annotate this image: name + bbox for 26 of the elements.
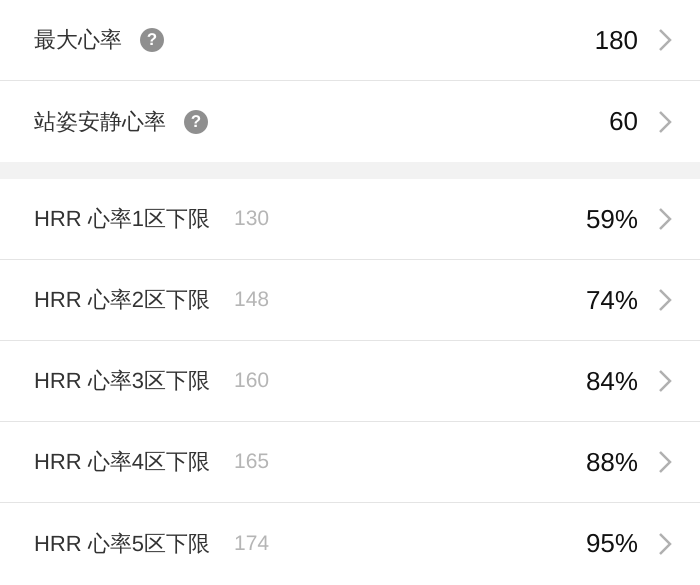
setting-value[interactable]: 60 <box>609 106 638 137</box>
chevron-right-icon[interactable] <box>658 110 672 134</box>
setting-label: HRR 心率2区下限 <box>34 286 210 314</box>
chevron-right-icon[interactable] <box>658 207 672 231</box>
setting-value[interactable]: 95% <box>586 528 638 559</box>
setting-value[interactable]: 88% <box>586 446 638 478</box>
setting-label: 最大心率 <box>34 26 122 54</box>
bpm-hint: 165 <box>234 450 270 474</box>
setting-label: HRR 心率3区下限 <box>34 367 210 395</box>
setting-value[interactable]: 180 <box>594 24 638 56</box>
setting-label: 站姿安静心率 <box>34 108 166 136</box>
setting-value[interactable]: 59% <box>586 204 638 234</box>
setting-value[interactable]: 84% <box>586 366 638 396</box>
chevron-right-icon[interactable] <box>658 450 672 474</box>
bpm-hint: 148 <box>234 288 270 312</box>
bpm-hint: 130 <box>234 207 270 231</box>
chevron-right-icon[interactable] <box>658 288 672 312</box>
bpm-hint: 160 <box>234 369 270 393</box>
setting-label: HRR 心率5区下限 <box>34 530 210 558</box>
setting-value[interactable]: 74% <box>586 284 638 316</box>
bpm-hint: 174 <box>234 532 270 556</box>
chevron-right-icon[interactable] <box>658 532 672 556</box>
chevron-right-icon[interactable] <box>658 369 672 393</box>
setting-label: HRR 心率4区下限 <box>34 448 210 476</box>
setting-label: HRR 心率1区下限 <box>34 205 210 233</box>
chevron-right-icon[interactable] <box>658 28 672 52</box>
